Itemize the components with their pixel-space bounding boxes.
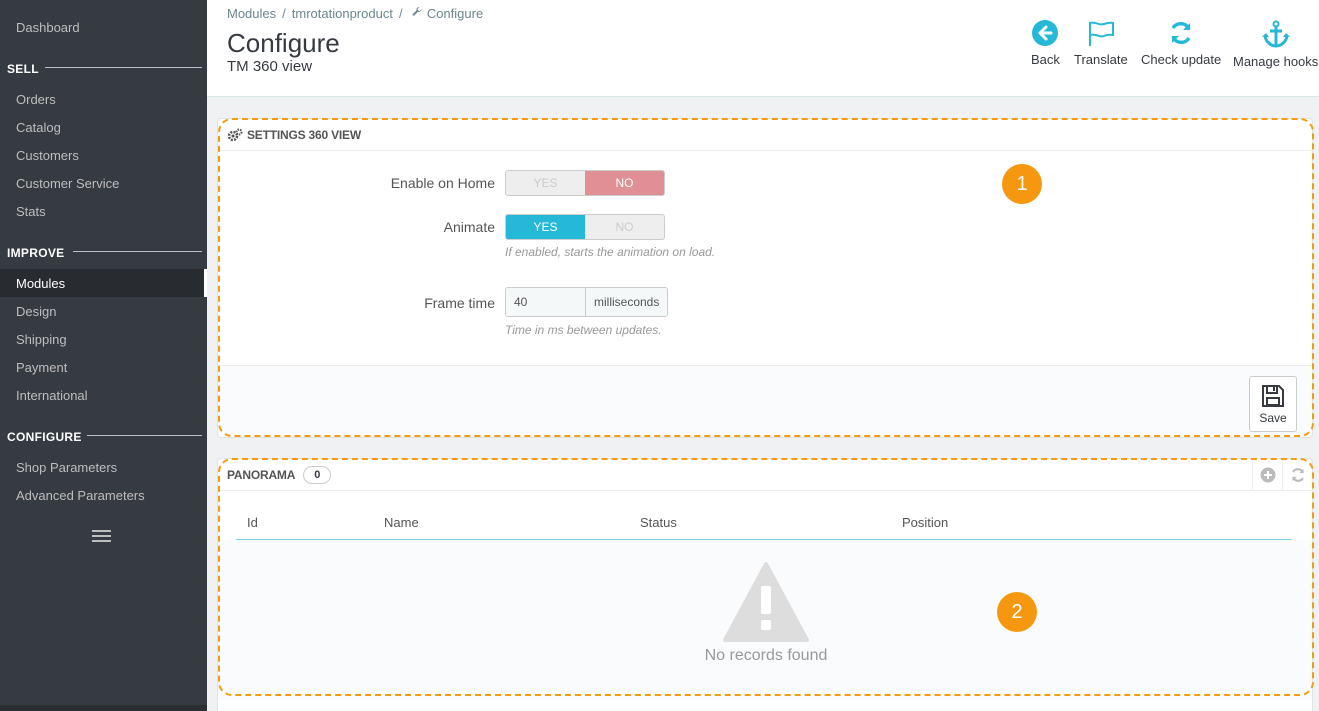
page-header: Modules / tmrotationproduct / Configure Con… [207,0,1319,97]
save-icon [1262,385,1284,407]
translate-label: Translate [1074,52,1128,67]
breadcrumb-modules[interactable]: Modules [227,6,276,21]
panorama-actions [1252,459,1312,491]
animate-switch[interactable]: YES NO [505,214,665,240]
menu-collapse-icon[interactable] [92,530,111,543]
sidebar-divider [73,251,202,252]
callout-badge-1: 1 [1002,164,1042,204]
settings-panel: SETTINGS 360 VIEW Enable on Home YES NO … [217,118,1313,438]
refresh-list-button[interactable] [1282,459,1312,491]
panorama-count-badge: 0 [303,465,332,484]
sidebar-section-configure: CONFIGURE [7,430,82,444]
panorama-panel-title: PANORAMA [227,467,296,482]
sidebar-item-modules[interactable]: Modules [16,276,65,291]
manage-hooks-button[interactable]: Manage hooks [1233,20,1318,69]
enable-home-no[interactable]: NO [585,171,664,195]
animate-help: If enabled, starts the animation on load… [505,245,716,259]
enable-home-yes[interactable]: YES [506,171,585,195]
flag-icon [1088,21,1114,46]
sidebar-item-advanced-parameters[interactable]: Advanced Parameters [16,488,145,503]
frame-time-help: Time in ms between updates. [505,323,662,337]
empty-message: No records found [704,647,828,664]
sidebar-section-sell: SELL [7,62,39,76]
settings-panel-header: SETTINGS 360 VIEW [218,119,1312,151]
breadcrumb-configure: Configure [426,6,484,21]
wrench-icon [409,6,427,21]
settings-panel-title: SETTINGS 360 VIEW [247,127,361,142]
animate-label: Animate [443,219,495,235]
translate-button[interactable]: Translate [1074,20,1128,67]
sidebar-item-payment[interactable]: Payment [16,360,67,375]
refresh-icon [1291,468,1304,482]
column-header-name[interactable]: Name [384,515,419,530]
animate-yes[interactable]: YES [506,215,585,239]
panorama-panel: PANORAMA 0 Id Name Status Position No re… [217,458,1313,711]
warning-icon [723,562,809,642]
sidebar-item-customer-service[interactable]: Customer Service [16,176,119,191]
check-update-button[interactable]: Check update [1141,20,1221,67]
settings-panel-footer: Save [218,365,1312,437]
refresh-icon [1171,21,1191,45]
breadcrumb-module[interactable]: tmrotationproduct [292,6,393,21]
frame-time-unit: milliseconds [586,288,668,316]
sidebar-divider [45,67,202,68]
plus-circle-icon [1260,467,1275,483]
save-button[interactable]: Save [1249,376,1297,432]
breadcrumb: Modules / tmrotationproduct / Configure [227,6,484,21]
sidebar-item-international[interactable]: International [16,388,88,403]
arrow-left-icon [1032,20,1059,46]
frame-time-group: milliseconds [505,287,669,317]
frame-time-input[interactable] [506,288,586,316]
sidebar-item-dashboard[interactable]: Dashboard [16,20,80,35]
sidebar-divider [87,435,202,436]
sidebar-item-design[interactable]: Design [16,304,56,319]
cogs-icon [227,128,243,141]
column-header-status[interactable]: Status [640,515,677,530]
callout-badge-2: 2 [997,592,1037,632]
animate-no[interactable]: NO [585,215,664,239]
save-label: Save [1259,411,1287,425]
sidebar-item-shipping[interactable]: Shipping [16,332,67,347]
page-title: Configure [227,28,340,58]
enable-home-label: Enable on Home [390,175,495,191]
sidebar-item-stats[interactable]: Stats [16,204,46,219]
check-update-label: Check update [1141,52,1222,67]
sidebar-section-improve: IMPROVE [7,246,65,260]
add-new-button[interactable] [1252,459,1282,491]
sidebar-footer [0,705,207,711]
sidebar-item-customers[interactable]: Customers [16,148,79,163]
enable-home-switch[interactable]: YES NO [505,170,665,196]
anchor-icon [1261,20,1290,48]
sidebar-item-shop-parameters[interactable]: Shop Parameters [16,460,117,475]
back-button[interactable]: Back [1031,20,1060,67]
sidebar: Dashboard SELL Orders Catalog Customers … [0,0,207,711]
panorama-panel-header: PANORAMA 0 [218,459,1312,491]
column-header-id[interactable]: Id [247,515,258,530]
frame-time-label: Frame time [424,295,495,311]
page-subtitle: TM 360 view [227,58,313,75]
back-label: Back [1031,52,1060,67]
sidebar-item-catalog[interactable]: Catalog [16,120,61,135]
empty-state [218,540,1312,700]
manage-hooks-label: Manage hooks [1233,54,1319,69]
column-header-position[interactable]: Position [902,515,948,530]
sidebar-item-orders[interactable]: Orders [16,92,56,107]
